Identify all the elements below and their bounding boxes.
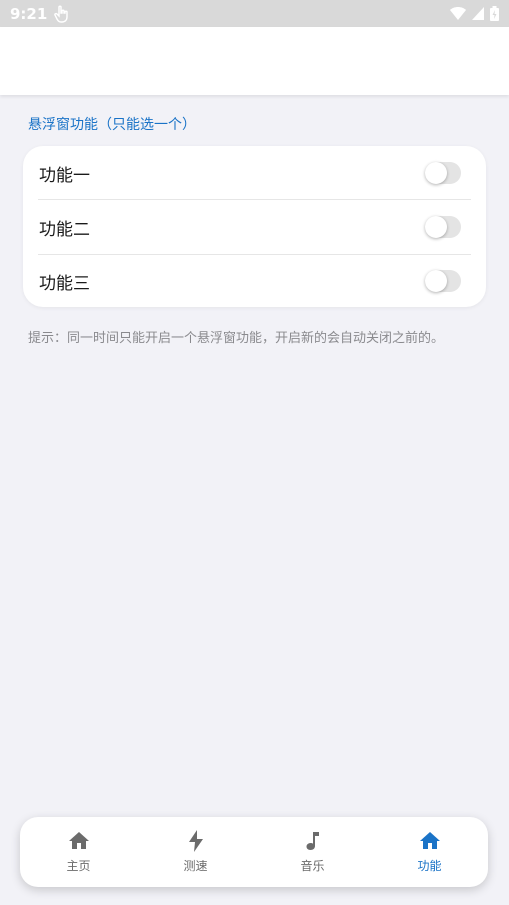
status-bar: 9:21 [0, 0, 509, 27]
toggle-knob [425, 270, 447, 292]
hint-text: 提示：同一时间只能开启一个悬浮窗功能，开启新的会自动关闭之前的。 [28, 331, 445, 346]
toggle-switch[interactable] [425, 216, 461, 238]
touch-icon [53, 5, 69, 23]
status-time: 9:21 [10, 4, 48, 23]
tab-label: 主页 [66, 859, 91, 873]
battery-icon [490, 6, 499, 21]
setting-row-1[interactable]: 功能一 [23, 146, 486, 200]
setting-label: 功能二 [39, 219, 90, 240]
tab-label: 测速 [183, 859, 208, 873]
bolt-icon [188, 830, 203, 852]
app-bar [0, 27, 509, 95]
setting-label: 功能三 [39, 273, 90, 294]
tab-label: 功能 [417, 859, 442, 873]
tab-features[interactable]: 功能 [371, 817, 488, 887]
music-note-icon [306, 832, 319, 850]
setting-label: 功能一 [39, 165, 90, 186]
home-icon [68, 832, 89, 849]
settings-card: 功能一 功能二 功能三 [23, 146, 486, 307]
status-right [450, 6, 499, 21]
setting-row-2[interactable]: 功能二 [23, 200, 486, 254]
toggle-knob [425, 162, 447, 184]
toggle-switch[interactable] [425, 162, 461, 184]
toggle-knob [425, 216, 447, 238]
home-icon [419, 832, 440, 849]
signal-icon [472, 7, 484, 20]
tab-music[interactable]: 音乐 [254, 817, 371, 887]
wifi-icon [450, 7, 466, 20]
bottom-tab-bar: 主页 测速 音乐 功能 [20, 817, 488, 887]
tab-home[interactable]: 主页 [20, 817, 137, 887]
toggle-switch[interactable] [425, 270, 461, 292]
tab-speed-test[interactable]: 测速 [137, 817, 254, 887]
status-left: 9:21 [10, 5, 69, 23]
setting-row-3[interactable]: 功能三 [23, 254, 486, 308]
tab-label: 音乐 [300, 859, 325, 873]
section-title: 悬浮窗功能（只能选一个） [28, 117, 196, 133]
